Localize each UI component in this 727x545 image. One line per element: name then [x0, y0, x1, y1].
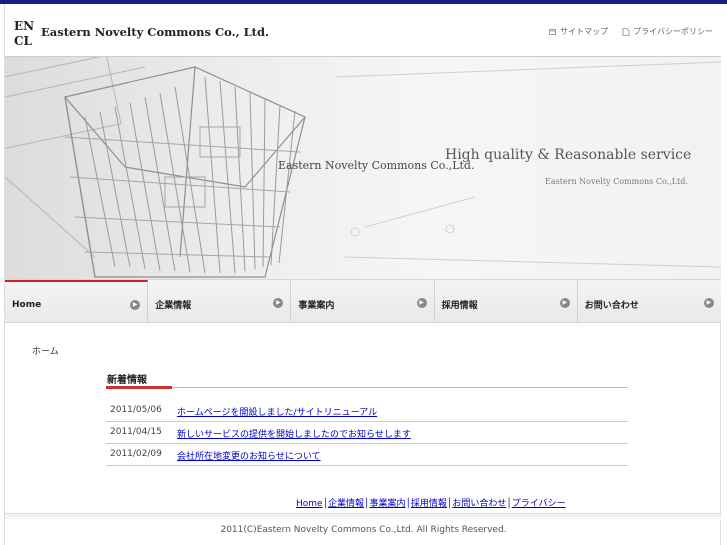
- sitemap-label: サイトマップ: [560, 27, 609, 36]
- privacy-policy-label: プライバシーポリシー: [633, 27, 713, 36]
- news-section-title: 新着情報: [107, 375, 147, 386]
- news-item: 2011/04/15 新しいサービスの提供を開始しましたのでお知らせします: [106, 422, 628, 444]
- company-name: Eastern Novelty Commons Co., Ltd.: [41, 25, 270, 39]
- news-divider-accent: [106, 386, 172, 389]
- copyright-text: 2011(C)Eastern Novelty Commons Co.,Ltd. …: [220, 525, 507, 535]
- news-list: 2011/05/06 ホームページを開設しました/サイトリニューアル 2011/…: [106, 400, 628, 466]
- sitemap-icon: [549, 28, 557, 35]
- footer-link-recruit[interactable]: 採用情報: [411, 499, 447, 509]
- hero-tagline: High quality & Reasonable service: [445, 147, 692, 163]
- news-link[interactable]: 新しいサービスの提供を開始しましたのでお知らせします: [177, 427, 411, 440]
- nav-label: 採用情報: [441, 301, 478, 311]
- nav-item-contact[interactable]: お問い合わせ ▶: [578, 280, 721, 322]
- nav-item-recruit[interactable]: 採用情報 ▶: [435, 280, 578, 322]
- privacy-policy-link[interactable]: プライバシーポリシー: [622, 26, 713, 37]
- sitemap-link[interactable]: サイトマップ: [549, 26, 608, 37]
- nav-label: 事業案内: [298, 301, 335, 311]
- chevron-right-icon: ▶: [703, 298, 714, 308]
- chevron-right-icon: ▶: [273, 298, 284, 308]
- svg-text:EN: EN: [14, 19, 34, 33]
- footer-links: Home│企業情報│事業案内│採用情報│お問い合わせ│プライバシー: [296, 499, 566, 509]
- news-date: 2011/04/15: [110, 427, 162, 437]
- header-links: サイトマップ プライバシーポリシー: [549, 26, 713, 37]
- news-item: 2011/05/06 ホームページを開設しました/サイトリニューアル: [106, 400, 628, 422]
- footer-link-home[interactable]: Home: [296, 499, 323, 509]
- company-logo[interactable]: EN CL: [13, 18, 39, 48]
- breadcrumb: ホーム: [32, 347, 59, 357]
- chevron-right-icon: ▶: [559, 298, 570, 308]
- nav-label: 企業情報: [155, 301, 192, 311]
- chevron-right-icon: ▶: [416, 298, 427, 308]
- svg-text:CL: CL: [14, 34, 33, 48]
- hero-subtitle: Eastern Novelty Commons Co.,Ltd.: [545, 177, 688, 186]
- news-divider: [106, 387, 628, 388]
- nav-item-business[interactable]: 事業案内 ▶: [291, 280, 435, 322]
- news-link[interactable]: ホームページを開設しました/サイトリニューアル: [177, 405, 377, 418]
- news-item: 2011/02/09 会社所在地変更のお知らせについて: [106, 444, 628, 466]
- news-date: 2011/05/06: [110, 405, 162, 415]
- footer-link-contact[interactable]: お問い合わせ: [452, 499, 506, 509]
- nav-label: Home: [12, 300, 42, 310]
- main-navigation: Home ▶ 企業情報 ▶ 事業案内 ▶ 採用情報 ▶ お問い合わせ ▶: [5, 279, 721, 323]
- news-date: 2011/02/09: [110, 449, 162, 459]
- chevron-right-icon: ▶: [130, 300, 141, 310]
- document-icon: [622, 27, 630, 36]
- nav-item-company-info[interactable]: 企業情報 ▶: [148, 280, 292, 322]
- news-link[interactable]: 会社所在地変更のお知らせについて: [177, 449, 321, 462]
- footer-link-business[interactable]: 事業案内: [369, 499, 405, 509]
- nav-item-home[interactable]: Home ▶: [5, 280, 149, 322]
- footer-divider: [5, 513, 721, 520]
- hero-banner: Eastern Novelty Commons Co.,Ltd. High qu…: [5, 57, 721, 279]
- footer-link-company-info[interactable]: 企業情報: [328, 499, 364, 509]
- site-header: EN CL Eastern Novelty Commons Co., Ltd. …: [5, 4, 721, 57]
- footer-link-privacy[interactable]: プライバシー: [512, 499, 566, 509]
- nav-label: お問い合わせ: [584, 301, 639, 311]
